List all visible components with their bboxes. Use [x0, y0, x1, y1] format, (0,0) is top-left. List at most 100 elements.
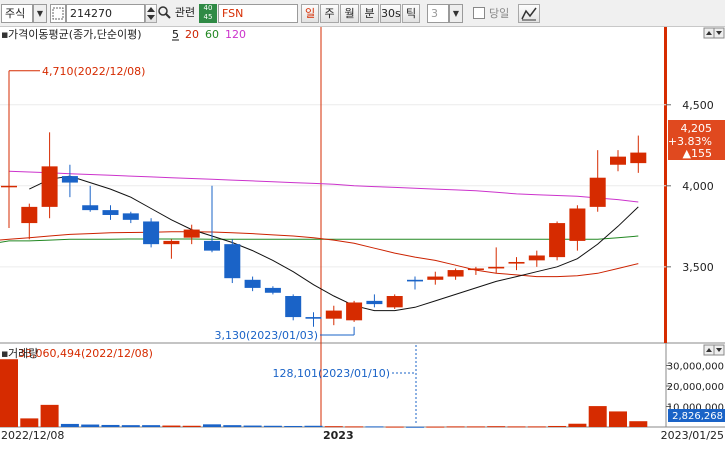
ma-legend-20: 20 [185, 28, 199, 41]
volume-bar [243, 425, 262, 427]
interval-input[interactable]: 3 [427, 4, 449, 23]
volume-bar [101, 424, 120, 427]
x-start-date: 2022/12/08 [1, 429, 64, 442]
candle-body [447, 270, 464, 277]
candle-body [528, 255, 545, 261]
x-year-label: 2023 [323, 429, 354, 442]
volume-bar [548, 425, 567, 427]
ma5-line [29, 175, 639, 312]
candle-body [366, 300, 383, 305]
volume-bar [406, 426, 424, 428]
candle-body [264, 287, 281, 293]
candle-body [285, 296, 302, 318]
candle-body [305, 317, 322, 319]
current-volume: 2,826,268 [672, 411, 723, 422]
volume-bar [365, 426, 384, 428]
volume-bar [81, 424, 100, 427]
candle-body [183, 229, 200, 238]
chevron-down-icon[interactable]: ▼ [33, 4, 47, 23]
candle-body [549, 223, 566, 258]
period-tab-2[interactable]: 월 [340, 4, 359, 23]
price-tick-label: 4,500 [682, 99, 714, 112]
period-tab-5[interactable]: 틱 [402, 4, 420, 23]
candle-body [630, 152, 647, 164]
volume-bar [426, 426, 445, 428]
candle-body [1, 185, 17, 188]
volume-bar [507, 426, 526, 428]
volume-bar [588, 406, 607, 427]
change-amt: ▲155 [683, 147, 712, 160]
min-volume-annotation: 128,101(2023/01/10) [273, 367, 390, 380]
stock-name-field: FSN [218, 4, 298, 23]
spin-updown-icon[interactable] [145, 4, 157, 23]
volume-bar [385, 426, 404, 428]
candle-body [610, 156, 626, 165]
candle-body [569, 208, 586, 241]
ma-legend-120: 120 [225, 28, 246, 41]
price-tick-label: 3,500 [682, 261, 714, 274]
candle-body [386, 296, 403, 308]
volume-bar [20, 418, 39, 427]
candle-body [488, 266, 505, 269]
min-price-annotation: 3,130(2023/01/03) [215, 329, 318, 342]
price-axis-marker [664, 27, 667, 343]
period-tab-0[interactable]: 일 [301, 4, 319, 23]
chart-toolbar: 주식 ▼ 214270 관련 40 45 FSN 일 주 월 분 30s 틱 3 ▼ 당일 [0, 0, 725, 27]
candle-body [122, 213, 139, 220]
volume-bar [446, 426, 465, 428]
candle-body [224, 244, 241, 279]
candle-body [163, 240, 180, 245]
max-price-annotation: 4,710(2022/12/08) [42, 65, 145, 78]
volume-bar [203, 424, 221, 427]
candle-body [467, 268, 484, 271]
volume-bar [609, 411, 627, 427]
volume-bar [121, 425, 140, 427]
candle-body [204, 240, 220, 251]
ma-legend-5: 5 [172, 28, 179, 41]
volume-bar [263, 425, 282, 427]
candle-body [41, 166, 58, 207]
volume-bar [487, 426, 506, 428]
volume-bar [304, 425, 323, 427]
candle-body [143, 221, 160, 245]
candle-body [427, 276, 444, 280]
period-tab-3[interactable]: 분 [360, 4, 379, 23]
candle-body [61, 176, 78, 183]
chart-tool-icon[interactable] [518, 4, 540, 23]
dashed-box-icon [50, 4, 66, 23]
today-checkbox[interactable] [473, 7, 485, 19]
chart-area[interactable]: 4,500 4,000 3,500 30,000,000 20,000,000 10,00… [0, 27, 725, 446]
stock-code-input[interactable]: 214270 [66, 4, 145, 23]
market-select[interactable]: 주식 [1, 4, 33, 23]
volume-bar [60, 423, 79, 427]
candle-body [244, 279, 261, 288]
volume-bar [568, 423, 587, 427]
current-price: 4,205 [681, 122, 713, 135]
ma60-line [0, 235, 639, 243]
volume-bar [466, 426, 485, 428]
today-checkbox-label: 당일 [489, 7, 510, 20]
search-icon[interactable] [157, 4, 172, 23]
volume-bar [527, 426, 546, 428]
related-button[interactable]: 관련 [172, 4, 198, 23]
volume-bar [324, 426, 343, 428]
candle-body [21, 206, 38, 224]
volume-bar [345, 426, 364, 428]
volume-title: 거래량 [8, 347, 38, 360]
stock-badge: 40 45 [199, 4, 217, 23]
volume-bar [223, 425, 242, 427]
candle-body [589, 177, 606, 207]
volume-bar [162, 425, 181, 427]
indicator-title: 가격이동평균(종가,단순이평) [8, 28, 142, 41]
x-end-date: 2023/01/25 [661, 429, 724, 442]
volume-bar [0, 359, 18, 427]
period-tab-4[interactable]: 30s [380, 4, 401, 23]
volume-bar [629, 421, 648, 427]
candle-body [346, 302, 363, 321]
volume-bar [182, 425, 201, 427]
period-tab-1[interactable]: 주 [320, 4, 339, 23]
volume-tick-label: 30,000,000 [667, 362, 724, 373]
chevron-down-icon[interactable]: ▼ [449, 4, 463, 23]
ma-legend-60: 60 [205, 28, 219, 41]
stock-chart[interactable]: 4,5004,0003,50030,000,00020,000,00010,00… [0, 27, 725, 446]
